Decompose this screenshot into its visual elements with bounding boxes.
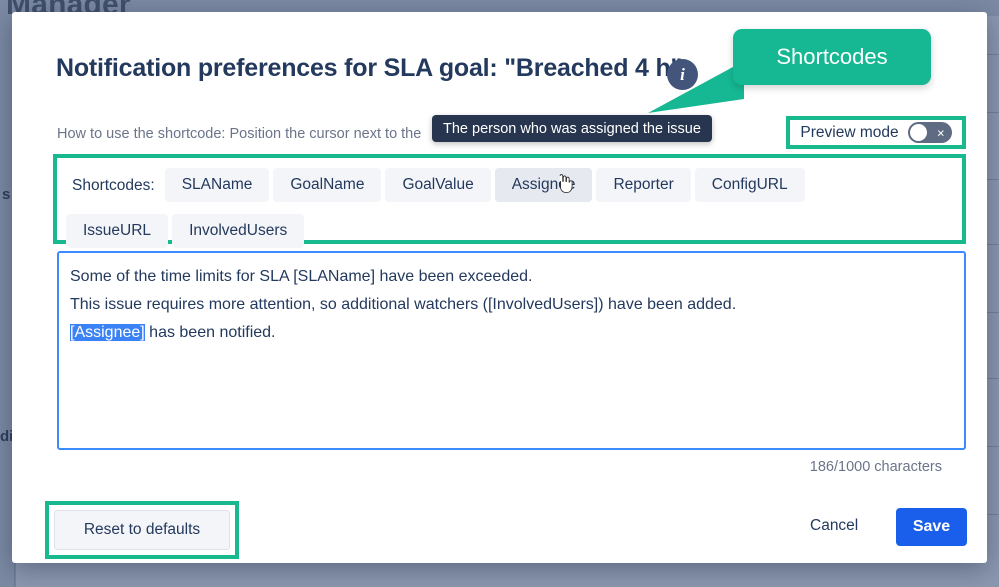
info-icon-glyph: i	[680, 65, 685, 84]
shortcode-chip-slaname[interactable]: SLAName	[164, 168, 270, 202]
character-counter: 186/1000 characters	[809, 459, 942, 475]
info-icon[interactable]: i	[667, 59, 698, 90]
preview-mode-label: Preview mode	[800, 123, 899, 141]
notification-message-textarea[interactable]: Some of the time limits for SLA [SLAName…	[57, 251, 966, 450]
toggle-off-mark: ×	[937, 125, 945, 140]
preview-mode-control[interactable]: Preview mode ×	[790, 120, 962, 145]
shortcode-chip-goalname[interactable]: GoalName	[273, 168, 382, 202]
shortcode-chip-goalvalue[interactable]: GoalValue	[385, 168, 491, 202]
shortcodes-panel: Shortcodes: SLAName GoalName GoalValue A…	[57, 158, 962, 248]
shortcode-chip-issueurl[interactable]: IssueURL	[66, 214, 169, 248]
assignee-tooltip: The person who was assigned the issue	[432, 115, 712, 142]
pointer-cursor-icon	[558, 174, 573, 194]
shortcodes-callout: Shortcodes	[733, 29, 931, 85]
cancel-button[interactable]: Cancel	[810, 517, 858, 535]
preview-mode-annotation-box: Preview mode ×	[786, 116, 966, 149]
shortcode-usage-hint: How to use the shortcode: Position the c…	[57, 126, 422, 142]
preview-mode-toggle[interactable]: ×	[907, 122, 952, 143]
save-button[interactable]: Save	[896, 508, 967, 546]
shortcodes-callout-label: Shortcodes	[776, 44, 888, 69]
shortcodes-annotation-box: Shortcodes: SLAName GoalName GoalValue A…	[53, 154, 966, 248]
selected-shortcode-text: [Assignee]	[70, 324, 145, 341]
reset-to-defaults-button[interactable]: Reset to defaults	[54, 510, 230, 550]
shortcode-chip-configurl[interactable]: ConfigURL	[694, 168, 805, 202]
toggle-knob	[909, 124, 927, 141]
message-line-3: [Assignee] has been notified.	[70, 319, 953, 347]
dialog-title: Notification preferences for SLA goal: "…	[56, 54, 683, 82]
shortcode-chip-assignee[interactable]: Assignee	[494, 168, 593, 202]
message-line-3-rest: has been notified.	[144, 324, 276, 341]
message-line-1: Some of the time limits for SLA [SLAName…	[70, 268, 533, 285]
notification-preferences-dialog: Notification preferences for SLA goal: "…	[12, 12, 987, 563]
message-line-2: This issue requires more attention, so a…	[70, 296, 737, 313]
background-fragment-1: s	[2, 186, 11, 203]
shortcode-chip-involvedusers[interactable]: InvolvedUsers	[172, 214, 305, 248]
assignee-tooltip-text: The person who was assigned the issue	[443, 120, 701, 137]
shortcodes-label: Shortcodes:	[72, 177, 155, 194]
reset-annotation-box: Reset to defaults	[45, 501, 239, 559]
shortcode-chip-reporter[interactable]: Reporter	[596, 168, 691, 202]
